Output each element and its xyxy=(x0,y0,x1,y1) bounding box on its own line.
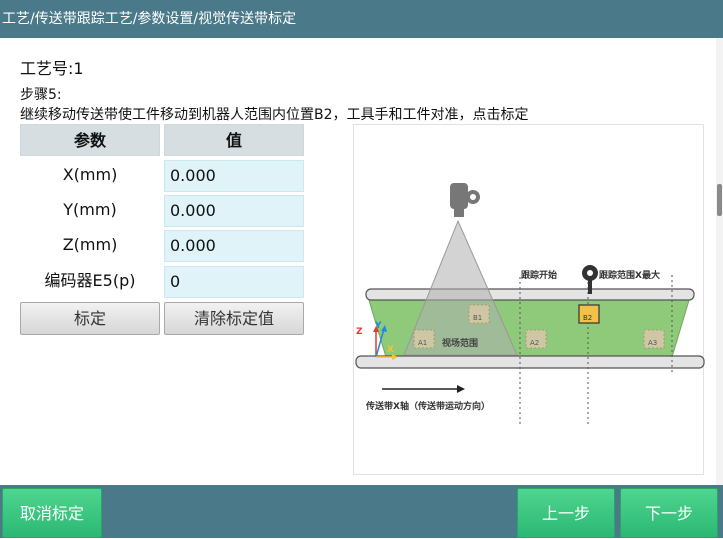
conveyor-top-rail xyxy=(365,288,695,301)
camera-icon xyxy=(450,183,480,217)
label-box-a1: A1 xyxy=(418,339,428,347)
clear-calibration-button[interactable]: 清除标定值 xyxy=(164,302,304,335)
label-box-b1: B1 xyxy=(473,314,483,322)
conveyor-diagram: 跟踪开始 跟踪范围X最大 视场范围 传送带X轴（传送带运动方向） A1 B1 A… xyxy=(353,124,705,475)
column-header-value: 值 xyxy=(164,124,304,156)
param-label-z: Z(mm) xyxy=(62,235,118,254)
step-title: 步骤5: xyxy=(20,87,62,103)
label-box-b2: B2 xyxy=(583,314,593,322)
conveyor-bottom-rail xyxy=(355,355,705,369)
param-label-x: X(mm) xyxy=(62,165,118,184)
breadcrumb: 工艺/传送带跟踪工艺/参数设置/视觉传送带标定 xyxy=(2,11,297,27)
column-header-param: 参数 xyxy=(20,124,160,156)
value-field-y: 0.000 xyxy=(164,195,304,227)
title-bar: 工艺/传送带跟踪工艺/参数设置/视觉传送带标定 xyxy=(0,0,723,38)
value-field-z: 0.000 xyxy=(164,230,304,262)
scrollbar-thumb[interactable] xyxy=(717,184,722,216)
step-description: 继续移动传送带使工件移动到机器人范围内位置B2，工具手和工件对准，点击标定 xyxy=(20,107,529,123)
value-field-x: 0.000 xyxy=(164,160,304,192)
param-label-encoder: 编码器E5(p) xyxy=(44,271,136,290)
axis-label-z: Z xyxy=(356,327,363,337)
param-label-y: Y(mm) xyxy=(63,200,117,219)
label-axis-description: 传送带X轴（传送带运动方向） xyxy=(366,402,490,412)
axis-label-y: Y xyxy=(375,321,382,331)
label-tracking-start: 跟踪开始 xyxy=(521,271,558,281)
axis-label-x: X xyxy=(387,345,394,355)
next-step-button[interactable]: 下一步 xyxy=(620,488,718,538)
label-box-a2: A2 xyxy=(530,339,540,347)
cancel-calibration-button[interactable]: 取消标定 xyxy=(2,488,102,538)
value-field-encoder: 0 xyxy=(164,266,304,298)
previous-step-button[interactable]: 上一步 xyxy=(517,488,615,538)
label-box-a3: A3 xyxy=(648,339,658,347)
scrollbar[interactable] xyxy=(716,38,723,485)
calibrate-button[interactable]: 标定 xyxy=(20,302,160,335)
process-number: 工艺号:1 xyxy=(20,59,84,78)
label-view-range: 视场范围 xyxy=(442,339,479,349)
label-tracking-xmax: 跟踪范围X最大 xyxy=(599,271,660,281)
